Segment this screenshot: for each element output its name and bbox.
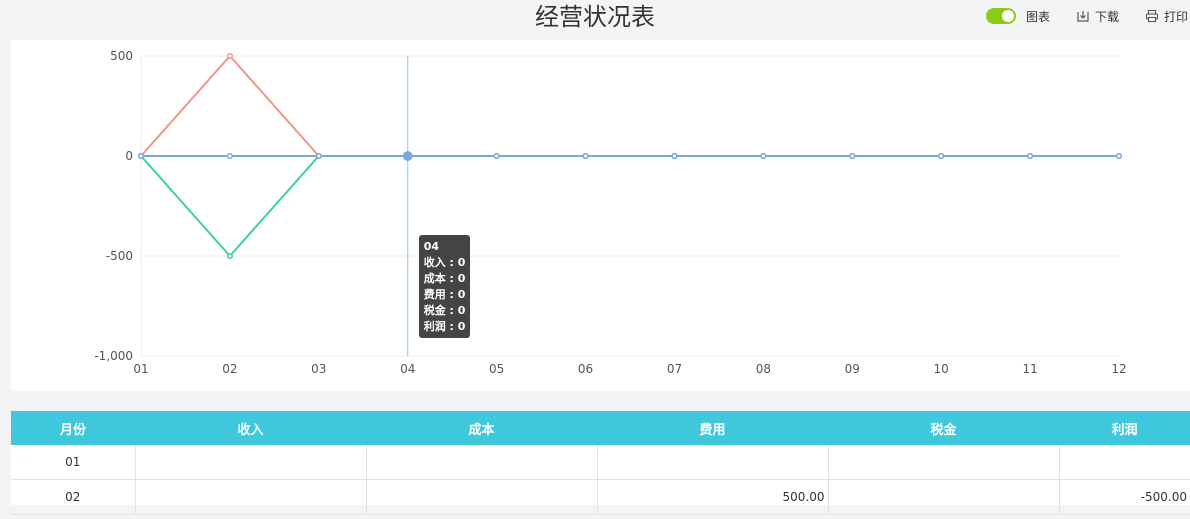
data-point bbox=[1027, 152, 1034, 160]
toolbar: 图表 下载 打印 bbox=[960, 6, 1188, 26]
table-header-row: 月份 收入 成本 费用 税金 利润 bbox=[11, 411, 1190, 445]
x-tick-label: 04 bbox=[400, 362, 415, 376]
x-tick-label: 07 bbox=[667, 362, 682, 376]
tooltip-line: 费用 : 0 bbox=[423, 288, 466, 301]
chart-toggle-switch[interactable] bbox=[985, 8, 1016, 24]
table-cell bbox=[596, 445, 828, 480]
y-tick-label: 500 bbox=[110, 49, 133, 63]
table-cell: 500.00 bbox=[596, 479, 828, 515]
data-point bbox=[1115, 152, 1123, 160]
x-tick-label: 10 bbox=[934, 362, 949, 376]
table-cell bbox=[134, 479, 366, 515]
x-tick-label: 05 bbox=[489, 362, 504, 376]
x-tick-label: 08 bbox=[756, 362, 771, 376]
data-point bbox=[849, 152, 856, 160]
data-point bbox=[582, 152, 589, 160]
chart-toggle-label: 图表 bbox=[1025, 9, 1050, 24]
data-table: 月份 收入 成本 费用 税金 利润 01 02 500.00 -500.00 bbox=[11, 411, 1190, 515]
table-cell bbox=[827, 479, 1059, 515]
toggle-knob bbox=[1001, 10, 1014, 22]
column-header: 月份 bbox=[11, 411, 135, 445]
tooltip-header: 04 bbox=[423, 240, 440, 253]
table-cell: 01 bbox=[11, 445, 135, 480]
data-point bbox=[315, 152, 322, 160]
data-point bbox=[493, 152, 500, 160]
data-point bbox=[226, 52, 233, 60]
x-tick-label: 03 bbox=[311, 362, 326, 376]
tooltip-line: 利润 : 0 bbox=[423, 320, 466, 333]
table-cell bbox=[827, 445, 1059, 480]
column-header: 利润 bbox=[1059, 411, 1190, 445]
y-tick-label: -1,000 bbox=[94, 349, 133, 363]
data-point bbox=[938, 152, 945, 160]
table-row: 02 500.00 -500.00 bbox=[11, 479, 1190, 515]
printer-icon bbox=[1145, 9, 1159, 23]
x-tick-label: 01 bbox=[133, 362, 148, 376]
print-label: 打印 bbox=[1163, 9, 1188, 24]
table-cell bbox=[365, 479, 597, 515]
column-header: 成本 bbox=[366, 411, 597, 445]
chart-tooltip: 04 收入 : 0 成本 : 0 费用 : 0 税金 : 0 利润 : 0 bbox=[418, 235, 471, 338]
data-point bbox=[226, 152, 233, 160]
download-icon bbox=[1077, 11, 1089, 22]
table-row: 01 bbox=[11, 445, 1190, 480]
y-tick-label: -500 bbox=[106, 249, 133, 263]
y-tick-label: 0 bbox=[125, 149, 133, 163]
x-tick-label: 12 bbox=[1111, 362, 1126, 376]
print-button[interactable]: 打印 bbox=[1145, 8, 1188, 25]
x-tick-label: 11 bbox=[1022, 362, 1037, 376]
table-cell: -500.00 bbox=[1058, 479, 1190, 515]
chart-panel: 500 0 -500 -1,000 01 02 03 04 05 06 07 08 09 10 11 12 0… bbox=[11, 40, 1190, 391]
table-cell bbox=[365, 445, 597, 480]
series-line bbox=[140, 54, 1119, 157]
data-table-container: 月份 收入 成本 费用 税金 利润 01 02 500.00 -500.00 bbox=[11, 411, 1190, 515]
chart-toggle[interactable]: 图表 bbox=[985, 8, 1050, 25]
data-point bbox=[760, 152, 767, 160]
table-cell bbox=[1058, 445, 1190, 480]
download-label: 下载 bbox=[1094, 9, 1119, 24]
download-button[interactable]: 下载 bbox=[1076, 8, 1119, 25]
series-line bbox=[140, 155, 1119, 258]
x-tick-label: 02 bbox=[222, 362, 237, 376]
column-header: 税金 bbox=[828, 411, 1059, 445]
data-point bbox=[671, 152, 678, 160]
line-chart: 500 0 -500 -1,00001 02 03 04 05 06 07 08 09 10 11 12 bbox=[94, 49, 1126, 376]
x-tick-label: 06 bbox=[578, 362, 593, 376]
tooltip-line: 税金 : 0 bbox=[423, 304, 466, 317]
data-point bbox=[402, 151, 413, 161]
column-header: 费用 bbox=[597, 411, 828, 445]
column-header: 收入 bbox=[135, 411, 366, 445]
data-point bbox=[137, 152, 145, 160]
table-cell bbox=[134, 445, 366, 480]
tooltip-line: 收入 : 0 bbox=[423, 256, 466, 269]
tooltip-line: 成本 : 0 bbox=[423, 272, 466, 285]
data-point bbox=[226, 252, 233, 260]
table-cell: 02 bbox=[11, 479, 135, 515]
x-tick-label: 09 bbox=[845, 362, 860, 376]
